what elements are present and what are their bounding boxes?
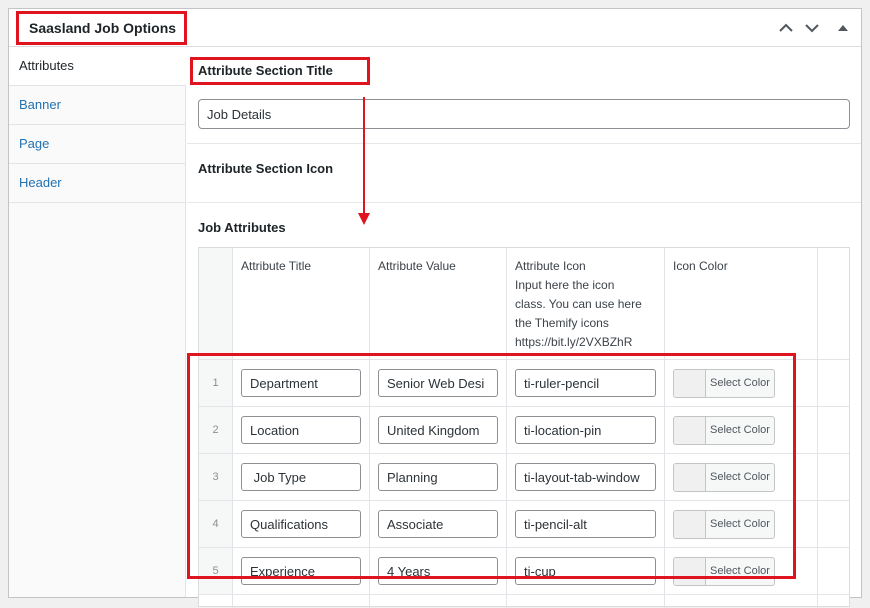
annotation-arrow-head bbox=[358, 213, 370, 225]
annotation-arrow-line bbox=[363, 97, 365, 215]
attribute-title-input[interactable] bbox=[241, 463, 361, 491]
header-attribute-icon: Attribute Icon Input here the icon class… bbox=[515, 248, 660, 352]
row-divider bbox=[199, 359, 849, 360]
section-title-input[interactable] bbox=[198, 99, 850, 129]
column-divider bbox=[817, 248, 818, 608]
header-icon-color: Icon Color bbox=[673, 259, 728, 273]
attribute-icon-input[interactable] bbox=[515, 369, 656, 397]
header-icon-line: Input here the icon bbox=[515, 278, 615, 292]
attribute-title-input[interactable] bbox=[241, 416, 361, 444]
attribute-icon-input[interactable] bbox=[515, 463, 656, 491]
row-number: 2 bbox=[212, 424, 219, 436]
attribute-value-input[interactable] bbox=[378, 510, 498, 538]
attribute-title-input[interactable] bbox=[241, 557, 361, 585]
header-icon-line: the Themify icons bbox=[515, 316, 609, 330]
options-tabs: Attributes Banner Page Header bbox=[9, 47, 186, 597]
divider bbox=[187, 143, 861, 144]
row-divider bbox=[199, 453, 849, 454]
attribute-icon-input[interactable] bbox=[515, 416, 656, 444]
header-icon-line: https://bit.ly/2VXBZhR bbox=[515, 335, 633, 349]
job-options-metabox: Saasland Job Options Attributes Banner P… bbox=[8, 8, 862, 608]
column-divider bbox=[664, 248, 665, 608]
tab-attributes[interactable]: Attributes bbox=[9, 47, 186, 86]
select-color-button[interactable]: Select Color bbox=[673, 463, 775, 492]
attribute-value-input[interactable] bbox=[378, 557, 498, 585]
attribute-value-input[interactable] bbox=[378, 369, 498, 397]
attribute-value-input[interactable] bbox=[378, 463, 498, 491]
chevron-down-icon[interactable] bbox=[801, 17, 823, 39]
select-color-button[interactable]: Select Color bbox=[673, 416, 775, 445]
tab-content: Attribute Section Title Attribute Sectio… bbox=[187, 47, 861, 608]
header-icon-line: Attribute Icon bbox=[515, 259, 586, 273]
attribute-value-input[interactable] bbox=[378, 416, 498, 444]
chevron-up-icon[interactable] bbox=[775, 17, 797, 39]
select-color-button[interactable]: Select Color bbox=[673, 557, 775, 586]
color-swatch bbox=[674, 511, 706, 538]
select-color-button[interactable]: Select Color bbox=[673, 369, 775, 398]
color-swatch bbox=[674, 464, 706, 491]
section-title-label: Attribute Section Title bbox=[190, 57, 370, 85]
metabox-title: Saasland Job Options bbox=[16, 11, 187, 45]
attribute-title-input[interactable] bbox=[241, 369, 361, 397]
column-divider bbox=[369, 248, 370, 608]
select-color-label: Select Color bbox=[710, 424, 770, 436]
select-color-label: Select Color bbox=[710, 565, 770, 577]
row-divider bbox=[199, 500, 849, 501]
attribute-icon-input[interactable] bbox=[515, 510, 656, 538]
select-color-button[interactable]: Select Color bbox=[673, 510, 775, 539]
header-icon-line: class. You can use here bbox=[515, 297, 642, 311]
color-swatch bbox=[674, 417, 706, 444]
tab-header[interactable]: Header bbox=[9, 164, 185, 203]
row-number: 1 bbox=[212, 377, 219, 389]
divider bbox=[187, 202, 861, 203]
attribute-icon-input[interactable] bbox=[515, 557, 656, 585]
triangle-up-icon[interactable] bbox=[832, 17, 854, 39]
row-number: 4 bbox=[212, 518, 219, 530]
row-divider bbox=[199, 406, 849, 407]
job-attributes-table: Attribute Title Attribute Value Attribut… bbox=[198, 247, 850, 608]
header-attribute-title: Attribute Title bbox=[241, 259, 312, 273]
section-icon-label: Attribute Section Icon bbox=[198, 161, 334, 176]
tab-banner[interactable]: Banner bbox=[9, 86, 185, 125]
color-swatch bbox=[674, 558, 706, 585]
header-attribute-value: Attribute Value bbox=[378, 259, 456, 273]
column-divider bbox=[506, 248, 507, 608]
select-color-label: Select Color bbox=[710, 471, 770, 483]
select-color-label: Select Color bbox=[710, 518, 770, 530]
job-attributes-label: Job Attributes bbox=[198, 220, 286, 235]
row-number: 5 bbox=[212, 565, 219, 577]
column-divider bbox=[232, 248, 233, 608]
select-color-label: Select Color bbox=[710, 377, 770, 389]
metabox-header: Saasland Job Options bbox=[9, 9, 861, 47]
attribute-title-input[interactable] bbox=[241, 510, 361, 538]
row-divider bbox=[199, 594, 849, 595]
row-number: 3 bbox=[212, 471, 219, 483]
index-column-header bbox=[199, 248, 232, 359]
row-divider bbox=[199, 547, 849, 548]
tab-page[interactable]: Page bbox=[9, 125, 185, 164]
color-swatch bbox=[674, 370, 706, 397]
